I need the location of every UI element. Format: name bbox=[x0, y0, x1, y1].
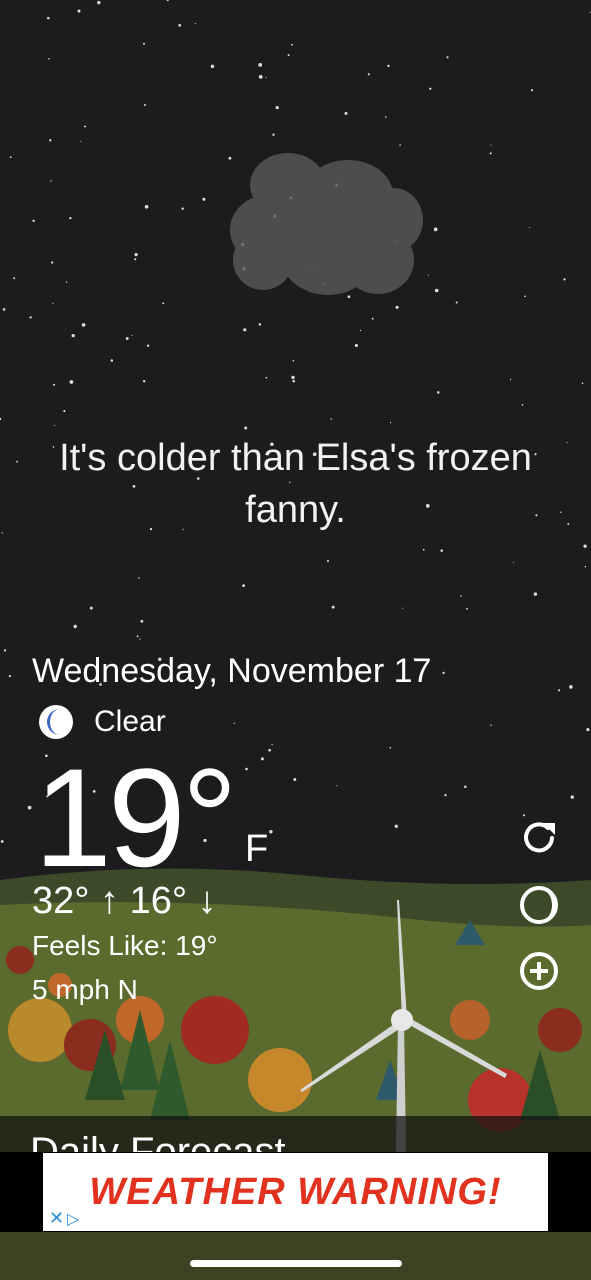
ad-close-icon[interactable]: ✕ bbox=[49, 1208, 64, 1229]
current-temperature: 19° bbox=[34, 739, 238, 896]
add-location-button[interactable] bbox=[516, 948, 562, 994]
moon-icon bbox=[39, 705, 73, 739]
add-icon bbox=[520, 952, 558, 990]
ad-banner[interactable]: WEATHER WARNING! ✕ ▷ bbox=[43, 1153, 548, 1231]
weather-message: It's colder than Elsa's frozen fanny. bbox=[59, 437, 532, 531]
ad-text[interactable]: WEATHER WARNING! bbox=[89, 1171, 501, 1214]
bottom-scene-strip bbox=[0, 1232, 591, 1280]
moon-phase-button[interactable] bbox=[516, 882, 562, 928]
ad-choices-icon[interactable]: ▷ bbox=[67, 1209, 79, 1229]
moon-phase-icon bbox=[520, 886, 558, 924]
refresh-icon bbox=[524, 822, 555, 853]
home-indicator[interactable] bbox=[190, 1260, 402, 1267]
wind-speed: 5 mph N bbox=[32, 974, 138, 1005]
refresh-button[interactable] bbox=[516, 815, 562, 861]
high-low-temperature: 32° ↑ 16° ↓ bbox=[32, 880, 217, 922]
condition-row: Clear bbox=[38, 702, 166, 742]
cloud-icon bbox=[230, 153, 423, 295]
forecast-title[interactable]: Daily Forecast bbox=[30, 1130, 286, 1152]
feels-like: Feels Like: 19° bbox=[32, 930, 218, 961]
temperature-unit[interactable]: F bbox=[245, 828, 268, 871]
condition-label: Clear bbox=[94, 705, 166, 738]
current-date: Wednesday, November 17 bbox=[32, 652, 432, 690]
